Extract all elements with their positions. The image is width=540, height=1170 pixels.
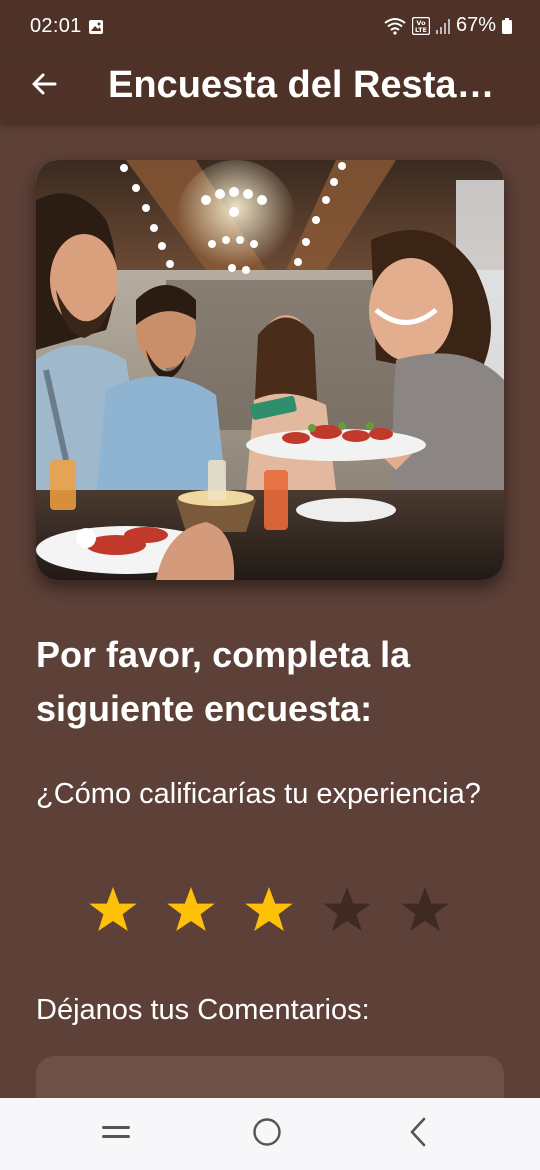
gallery-notification-icon: [88, 18, 104, 34]
arrow-back-icon: [30, 70, 58, 103]
status-bar: 02:01 Vo LTE 67%: [0, 0, 540, 52]
app-bar: Encuesta del Restaurante: [0, 52, 540, 124]
back-button[interactable]: [22, 64, 66, 108]
home-button[interactable]: [245, 1112, 289, 1156]
star-5[interactable]: [400, 885, 450, 935]
star-4[interactable]: [322, 885, 372, 935]
volte-badge: Vo LTE: [411, 16, 430, 35]
comments-label: Déjanos tus Comentarios:: [36, 994, 370, 1026]
restaurant-photo: [36, 160, 504, 580]
status-time: 02:01: [30, 15, 82, 37]
star-2[interactable]: [166, 885, 216, 935]
star-rating: [88, 885, 450, 935]
rating-question: ¿Cómo calificarías tu experiencia?: [36, 778, 481, 810]
svg-text:LTE: LTE: [415, 26, 427, 34]
battery-percent: 67%: [455, 14, 496, 36]
star-icon: [89, 887, 137, 931]
star-icon: [167, 887, 215, 931]
home-icon: [252, 1117, 282, 1152]
app-title: Encuesta del Restaurante: [108, 64, 503, 106]
recent-apps-icon: [100, 1120, 132, 1149]
chevron-left-icon: [406, 1117, 430, 1152]
star-1[interactable]: [88, 885, 138, 935]
signal-icon: [435, 18, 450, 34]
navigation-bar: [0, 1098, 540, 1170]
status-icons: Vo LTE 67%: [384, 14, 512, 37]
star-icon: [401, 887, 449, 931]
recent-apps-button[interactable]: [94, 1112, 138, 1156]
back-nav-button[interactable]: [396, 1112, 440, 1156]
star-icon: [245, 887, 293, 931]
star-icon: [323, 887, 371, 931]
battery-icon: [502, 17, 512, 34]
wifi-icon: [384, 17, 406, 35]
survey-heading: Por favor, completa la siguiente encuest…: [36, 634, 411, 729]
star-3[interactable]: [244, 885, 294, 935]
